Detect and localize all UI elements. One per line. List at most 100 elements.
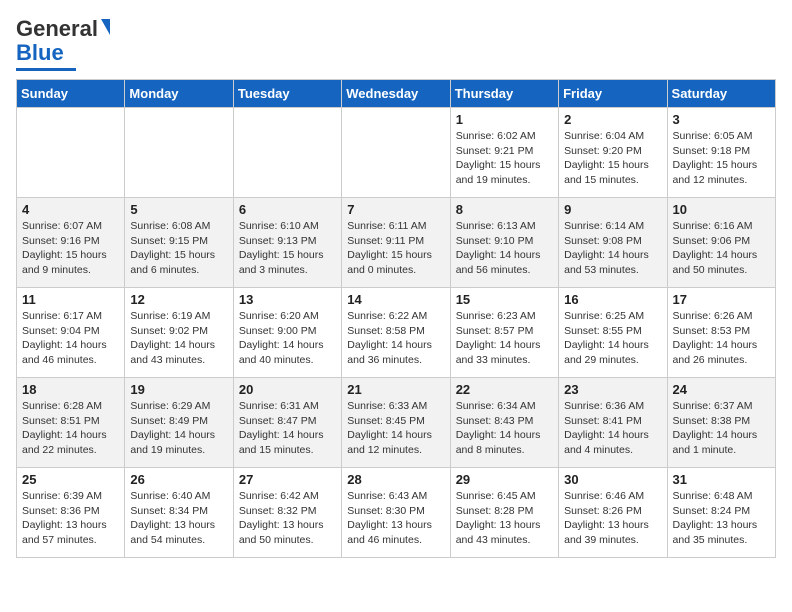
day-number: 7: [347, 202, 444, 217]
day-cell-31: 31Sunrise: 6:48 AM Sunset: 8:24 PM Dayli…: [667, 468, 775, 558]
weekday-header-monday: Monday: [125, 80, 233, 108]
day-info: Sunrise: 6:34 AM Sunset: 8:43 PM Dayligh…: [456, 399, 553, 458]
day-cell-27: 27 Sunrise: 6:42 AM Sunset: 8:32 PM Dayli…: [233, 468, 341, 558]
day-number: 1: [456, 112, 553, 127]
weekday-header-sunday: Sunday: [17, 80, 125, 108]
day-cell-4: 4 Sunrise: 6:07 AM Sunset: 9:16 PM Daylig…: [17, 198, 125, 288]
week-row-3: 11Sunrise: 6:17 AM Sunset: 9:04 PM Dayli…: [17, 288, 776, 378]
page-header: General Blue: [16, 16, 776, 71]
day-cell-29: 29 Sunrise: 6:45 AM Sunset: 8:28 PM Dayli…: [450, 468, 558, 558]
day-cell-30: 30 Sunrise: 6:46 AM Sunset: 8:26 PM Dayli…: [559, 468, 667, 558]
logo-blue: Blue: [16, 40, 64, 66]
day-number: 28: [347, 472, 444, 487]
day-cell-17: 17 Sunrise: 6:26 AM Sunset: 8:53 PM Dayli…: [667, 288, 775, 378]
day-number: 23: [564, 382, 661, 397]
day-cell-13: 13Sunrise: 6:20 AM Sunset: 9:00 PM Dayli…: [233, 288, 341, 378]
logo: General Blue: [16, 16, 110, 71]
day-info: Sunrise: 6:39 AM Sunset: 8:36 PM Dayligh…: [22, 489, 119, 548]
week-row-4: 18 Sunrise: 6:28 AM Sunset: 8:51 PM Dayli…: [17, 378, 776, 468]
day-info: Sunrise: 6:25 AM Sunset: 8:55 PM Dayligh…: [564, 309, 661, 368]
day-number: 24: [673, 382, 770, 397]
weekday-header-thursday: Thursday: [450, 80, 558, 108]
day-info: Sunrise: 6:05 AM Sunset: 9:18 PM Dayligh…: [673, 129, 770, 188]
day-number: 17: [673, 292, 770, 307]
day-cell-5: 5 Sunrise: 6:08 AM Sunset: 9:15 PM Daylig…: [125, 198, 233, 288]
calendar-table: SundayMondayTuesdayWednesdayThursdayFrid…: [16, 79, 776, 558]
day-info: Sunrise: 6:36 AM Sunset: 8:41 PM Dayligh…: [564, 399, 661, 458]
day-info: Sunrise: 6:28 AM Sunset: 8:51 PM Dayligh…: [22, 399, 119, 458]
empty-cell: [125, 108, 233, 198]
day-number: 5: [130, 202, 227, 217]
day-cell-7: 7 Sunrise: 6:11 AM Sunset: 9:11 PM Daylig…: [342, 198, 450, 288]
day-cell-25: 25 Sunrise: 6:39 AM Sunset: 8:36 PM Dayli…: [17, 468, 125, 558]
day-cell-6: 6Sunrise: 6:10 AM Sunset: 9:13 PM Daylig…: [233, 198, 341, 288]
day-info: Sunrise: 6:43 AM Sunset: 8:30 PM Dayligh…: [347, 489, 444, 548]
day-number: 14: [347, 292, 444, 307]
day-number: 9: [564, 202, 661, 217]
day-info: Sunrise: 6:42 AM Sunset: 8:32 PM Dayligh…: [239, 489, 336, 548]
day-number: 18: [22, 382, 119, 397]
day-cell-26: 26 Sunrise: 6:40 AM Sunset: 8:34 PM Dayli…: [125, 468, 233, 558]
day-cell-19: 19 Sunrise: 6:29 AM Sunset: 8:49 PM Dayli…: [125, 378, 233, 468]
weekday-header-row: SundayMondayTuesdayWednesdayThursdayFrid…: [17, 80, 776, 108]
day-number: 12: [130, 292, 227, 307]
day-info: Sunrise: 6:16 AM Sunset: 9:06 PM Dayligh…: [673, 219, 770, 278]
day-number: 26: [130, 472, 227, 487]
day-info: Sunrise: 6:31 AM Sunset: 8:47 PM Dayligh…: [239, 399, 336, 458]
day-cell-8: 8 Sunrise: 6:13 AM Sunset: 9:10 PM Daylig…: [450, 198, 558, 288]
day-info: Sunrise: 6:14 AM Sunset: 9:08 PM Dayligh…: [564, 219, 661, 278]
day-cell-21: 21Sunrise: 6:33 AM Sunset: 8:45 PM Dayli…: [342, 378, 450, 468]
day-number: 6: [239, 202, 336, 217]
day-info: Sunrise: 6:17 AM Sunset: 9:04 PM Dayligh…: [22, 309, 119, 368]
day-info: Sunrise: 6:07 AM Sunset: 9:16 PM Dayligh…: [22, 219, 119, 278]
day-info: Sunrise: 6:46 AM Sunset: 8:26 PM Dayligh…: [564, 489, 661, 548]
day-number: 8: [456, 202, 553, 217]
logo-general: General: [16, 16, 98, 42]
day-number: 27: [239, 472, 336, 487]
logo-underline: [16, 68, 76, 71]
weekday-header-saturday: Saturday: [667, 80, 775, 108]
day-info: Sunrise: 6:37 AM Sunset: 8:38 PM Dayligh…: [673, 399, 770, 458]
week-row-5: 25 Sunrise: 6:39 AM Sunset: 8:36 PM Dayli…: [17, 468, 776, 558]
day-info: Sunrise: 6:08 AM Sunset: 9:15 PM Dayligh…: [130, 219, 227, 278]
day-cell-10: 10Sunrise: 6:16 AM Sunset: 9:06 PM Dayli…: [667, 198, 775, 288]
day-info: Sunrise: 6:02 AM Sunset: 9:21 PM Dayligh…: [456, 129, 553, 188]
day-info: Sunrise: 6:11 AM Sunset: 9:11 PM Dayligh…: [347, 219, 444, 278]
weekday-header-friday: Friday: [559, 80, 667, 108]
day-cell-28: 28 Sunrise: 6:43 AM Sunset: 8:30 PM Dayli…: [342, 468, 450, 558]
day-cell-22: 22 Sunrise: 6:34 AM Sunset: 8:43 PM Dayli…: [450, 378, 558, 468]
day-cell-16: 16 Sunrise: 6:25 AM Sunset: 8:55 PM Dayli…: [559, 288, 667, 378]
day-info: Sunrise: 6:45 AM Sunset: 8:28 PM Dayligh…: [456, 489, 553, 548]
day-info: Sunrise: 6:13 AM Sunset: 9:10 PM Dayligh…: [456, 219, 553, 278]
day-number: 15: [456, 292, 553, 307]
day-cell-1: 1 Sunrise: 6:02 AM Sunset: 9:21 PM Daylig…: [450, 108, 558, 198]
day-info: Sunrise: 6:40 AM Sunset: 8:34 PM Dayligh…: [130, 489, 227, 548]
day-number: 4: [22, 202, 119, 217]
day-number: 29: [456, 472, 553, 487]
day-number: 13: [239, 292, 336, 307]
day-cell-15: 15 Sunrise: 6:23 AM Sunset: 8:57 PM Dayli…: [450, 288, 558, 378]
empty-cell: [342, 108, 450, 198]
day-number: 25: [22, 472, 119, 487]
day-info: Sunrise: 6:23 AM Sunset: 8:57 PM Dayligh…: [456, 309, 553, 368]
day-number: 30: [564, 472, 661, 487]
day-cell-9: 9 Sunrise: 6:14 AM Sunset: 9:08 PM Daylig…: [559, 198, 667, 288]
day-number: 20: [239, 382, 336, 397]
day-info: Sunrise: 6:04 AM Sunset: 9:20 PM Dayligh…: [564, 129, 661, 188]
day-cell-3: 3Sunrise: 6:05 AM Sunset: 9:18 PM Daylig…: [667, 108, 775, 198]
day-number: 16: [564, 292, 661, 307]
day-cell-14: 14 Sunrise: 6:22 AM Sunset: 8:58 PM Dayli…: [342, 288, 450, 378]
day-info: Sunrise: 6:22 AM Sunset: 8:58 PM Dayligh…: [347, 309, 444, 368]
day-cell-20: 20 Sunrise: 6:31 AM Sunset: 8:47 PM Dayli…: [233, 378, 341, 468]
day-info: Sunrise: 6:48 AM Sunset: 8:24 PM Dayligh…: [673, 489, 770, 548]
empty-cell: [17, 108, 125, 198]
day-info: Sunrise: 6:26 AM Sunset: 8:53 PM Dayligh…: [673, 309, 770, 368]
day-info: Sunrise: 6:33 AM Sunset: 8:45 PM Dayligh…: [347, 399, 444, 458]
day-info: Sunrise: 6:29 AM Sunset: 8:49 PM Dayligh…: [130, 399, 227, 458]
day-number: 22: [456, 382, 553, 397]
empty-cell: [233, 108, 341, 198]
weekday-header-tuesday: Tuesday: [233, 80, 341, 108]
day-cell-2: 2Sunrise: 6:04 AM Sunset: 9:20 PM Daylig…: [559, 108, 667, 198]
day-number: 19: [130, 382, 227, 397]
week-row-1: 1 Sunrise: 6:02 AM Sunset: 9:21 PM Daylig…: [17, 108, 776, 198]
